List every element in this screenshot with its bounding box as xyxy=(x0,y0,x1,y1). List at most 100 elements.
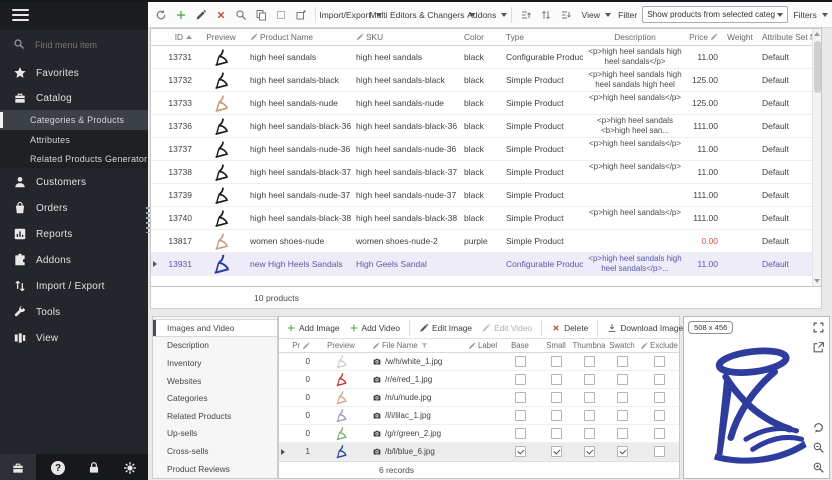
search-button[interactable] xyxy=(232,5,250,25)
fullscreen-button[interactable] xyxy=(812,321,825,334)
sidebar-item-reports[interactable]: Reports xyxy=(0,222,148,246)
table-row[interactable]: 13740 high heel sandals-black-38high hee… xyxy=(151,207,821,230)
column-header-preview[interactable]: Preview xyxy=(313,339,369,352)
image-row[interactable]: 0 /w/h/white_1.jpg xyxy=(279,353,679,371)
expand-tree-button[interactable] xyxy=(557,5,575,25)
base-checkbox[interactable] xyxy=(515,428,526,439)
column-header-attribute-set[interactable]: Attribute Set Name xyxy=(759,29,814,45)
column-header-weight[interactable]: Weight xyxy=(721,29,759,45)
column-header-file-name[interactable]: File Name xyxy=(369,339,465,352)
sidebar-item-view[interactable]: View xyxy=(0,326,148,350)
thumbnail-checkbox[interactable] xyxy=(584,428,595,439)
vertical-scrollbar[interactable] xyxy=(812,29,821,286)
sidebar-item-attributes[interactable]: Attributes xyxy=(0,130,148,149)
table-row[interactable]: 13738 high heel sandals-black-37high hee… xyxy=(151,161,821,184)
table-row-selected[interactable]: 13931 new High Heels SandalsHigh Geels S… xyxy=(151,253,821,276)
tab-inventory[interactable]: Inventory xyxy=(153,354,277,372)
small-checkbox[interactable] xyxy=(551,428,562,439)
small-checkbox[interactable] xyxy=(551,410,562,421)
addons-menu[interactable]: Addons xyxy=(465,5,507,25)
column-header-preview[interactable]: Preview xyxy=(195,29,247,45)
swatch-checkbox[interactable] xyxy=(617,392,628,403)
tab-images-and-video[interactable]: Images and Video xyxy=(153,319,277,337)
tab-categories[interactable]: Categories xyxy=(153,389,277,407)
tab-cross-sells[interactable]: Cross-sells xyxy=(153,442,277,460)
exclude-checkbox[interactable] xyxy=(654,446,665,457)
column-header-sku[interactable]: SKU xyxy=(353,29,461,45)
lock-button[interactable] xyxy=(76,454,112,480)
exclude-checkbox[interactable] xyxy=(654,428,665,439)
base-checkbox[interactable] xyxy=(515,392,526,403)
column-header-product-name[interactable]: Product Name xyxy=(247,29,353,45)
view-menu[interactable]: View xyxy=(577,5,612,25)
add-video-button[interactable]: Add Video xyxy=(346,319,404,337)
sidebar-item-customers[interactable]: Customers xyxy=(0,170,148,194)
swatch-checkbox[interactable] xyxy=(617,428,628,439)
image-row-selected[interactable]: 1 /b/l/blue_6.jpg xyxy=(279,443,679,461)
table-row[interactable]: 13736 high heel sandals-black-36high hee… xyxy=(151,115,821,138)
exclude-checkbox[interactable] xyxy=(654,374,665,385)
paste-button[interactable] xyxy=(272,5,290,25)
multi-editors-menu[interactable]: Multi Editors & Changers xyxy=(379,5,463,25)
column-header-color[interactable]: Color xyxy=(461,29,503,45)
base-checkbox[interactable] xyxy=(515,374,526,385)
table-row[interactable]: 13817 women shoes-nudewomen shoes-nude-2… xyxy=(151,230,821,253)
expand-collapse-button[interactable] xyxy=(537,5,555,25)
column-header-swatch[interactable]: Swatch xyxy=(605,339,639,352)
duplicate-button[interactable] xyxy=(292,5,310,25)
column-header-description[interactable]: Description xyxy=(583,29,687,45)
add-image-button[interactable]: Add Image xyxy=(283,319,343,337)
table-row[interactable]: 13733 high heel sandals-nudehigh heel sa… xyxy=(151,92,821,115)
image-row[interactable]: 0 /g/r/green_2.jpg xyxy=(279,425,679,443)
swatch-checkbox[interactable] xyxy=(617,356,628,367)
tab-product-reviews[interactable]: Product Reviews xyxy=(153,460,277,478)
add-product-button[interactable] xyxy=(172,5,190,25)
image-row[interactable]: 0 /r/e/red_1.jpg xyxy=(279,371,679,389)
edit-video-button[interactable]: Edit Video xyxy=(478,319,535,337)
menu-search-input[interactable] xyxy=(33,35,138,55)
image-row[interactable]: 0 /l/i/lilac_1.jpg xyxy=(279,407,679,425)
settings-button[interactable] xyxy=(112,454,148,480)
thumbnail-checkbox[interactable] xyxy=(584,356,595,367)
column-header-id[interactable]: ID xyxy=(159,29,195,45)
swatch-checkbox[interactable] xyxy=(617,446,628,457)
tab-websites[interactable]: Websites xyxy=(153,372,277,390)
base-checkbox[interactable] xyxy=(515,446,526,457)
column-header-thumbnail[interactable]: Thumbna xyxy=(573,339,605,352)
open-external-button[interactable] xyxy=(812,341,825,354)
small-checkbox[interactable] xyxy=(551,374,562,385)
exclude-checkbox[interactable] xyxy=(654,356,665,367)
small-checkbox[interactable] xyxy=(551,446,562,457)
hamburger-menu-icon[interactable] xyxy=(12,9,29,23)
category-filter-select[interactable]: Show products from selected categories xyxy=(642,6,788,23)
sidebar-item-favorites[interactable]: Favorites xyxy=(0,60,148,86)
column-header-base[interactable]: Base xyxy=(501,339,539,352)
tab-up-sells[interactable]: Up-sells xyxy=(153,425,277,443)
sidebar-item-addons[interactable]: Addons xyxy=(0,248,148,272)
edit-product-button[interactable] xyxy=(192,5,210,25)
thumbnail-checkbox[interactable] xyxy=(584,446,595,457)
image-row[interactable]: 0 /n/u/nude.jpg xyxy=(279,389,679,407)
sidebar-item-related-products-generator[interactable]: Related Products Generator xyxy=(0,149,148,168)
exclude-checkbox[interactable] xyxy=(654,392,665,403)
column-header-price[interactable]: Price xyxy=(687,29,721,45)
delete-product-button[interactable] xyxy=(212,5,230,25)
thumbnail-checkbox[interactable] xyxy=(584,392,595,403)
edit-image-button[interactable]: Edit Image xyxy=(416,319,475,337)
filters-menu[interactable]: Filters xyxy=(790,5,828,25)
rotate-button[interactable] xyxy=(812,421,825,434)
table-row[interactable]: 13737 high heel sandals-nude-36high heel… xyxy=(151,138,821,161)
exclude-checkbox[interactable] xyxy=(654,410,665,421)
swatch-checkbox[interactable] xyxy=(617,374,628,385)
thumbnail-checkbox[interactable] xyxy=(584,374,595,385)
sidebar-item-tools[interactable]: Tools xyxy=(0,300,148,324)
sidebar-item-catalog[interactable]: Catalog xyxy=(0,86,148,110)
sidebar-item-orders[interactable]: Orders xyxy=(0,196,148,220)
column-header-exclude[interactable]: Exclude xyxy=(639,339,679,352)
tab-related-products[interactable]: Related Products xyxy=(153,407,277,425)
column-header-small[interactable]: Small xyxy=(539,339,573,352)
scrollbar-thumb[interactable] xyxy=(814,41,821,93)
column-header-label[interactable]: Label xyxy=(465,339,501,352)
delete-image-button[interactable]: Delete xyxy=(548,319,591,337)
refresh-button[interactable] xyxy=(152,5,170,25)
